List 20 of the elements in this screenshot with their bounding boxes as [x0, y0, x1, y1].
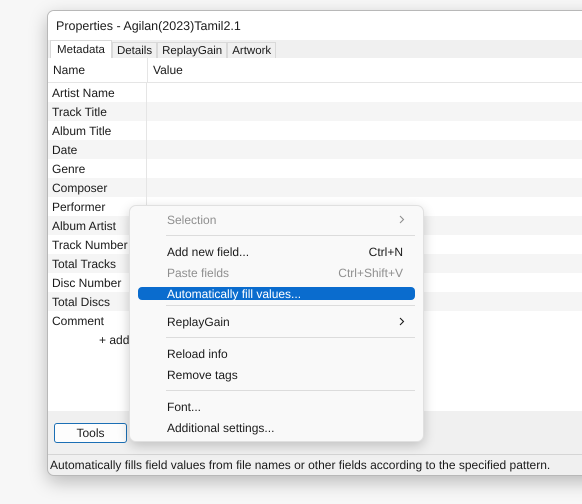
tab[interactable]: Artwork	[227, 42, 276, 58]
menu-item[interactable]: Additional settings...	[138, 417, 415, 438]
menu-item[interactable]: Reload info	[138, 343, 415, 364]
tab[interactable]: ReplayGain	[157, 42, 228, 58]
chevron-right-icon	[399, 215, 405, 224]
tab[interactable]: Details	[112, 42, 158, 58]
menu-item[interactable]: Remove tags	[138, 364, 415, 385]
menu-item[interactable]: Automatically fill values...	[138, 287, 415, 300]
window-title: Properties - Agilan(2023)Tamil2.1	[56, 18, 241, 32]
chevron-right-icon	[399, 317, 405, 326]
tools-button[interactable]: Tools	[54, 422, 127, 442]
menu-item[interactable]: Font...	[138, 396, 415, 417]
status-text: Automatically fills field values from file names or other fields according to the specified pattern.	[50, 458, 550, 472]
column-header[interactable]: Value	[148, 58, 582, 82]
field-name: Composer	[48, 178, 147, 197]
column-header[interactable]: Name	[48, 58, 148, 82]
field-name: Date	[48, 140, 147, 159]
tab[interactable]: Metadata	[50, 40, 112, 58]
add-field-link[interactable]: + add	[99, 332, 130, 346]
field-name: Track Title	[48, 102, 147, 121]
